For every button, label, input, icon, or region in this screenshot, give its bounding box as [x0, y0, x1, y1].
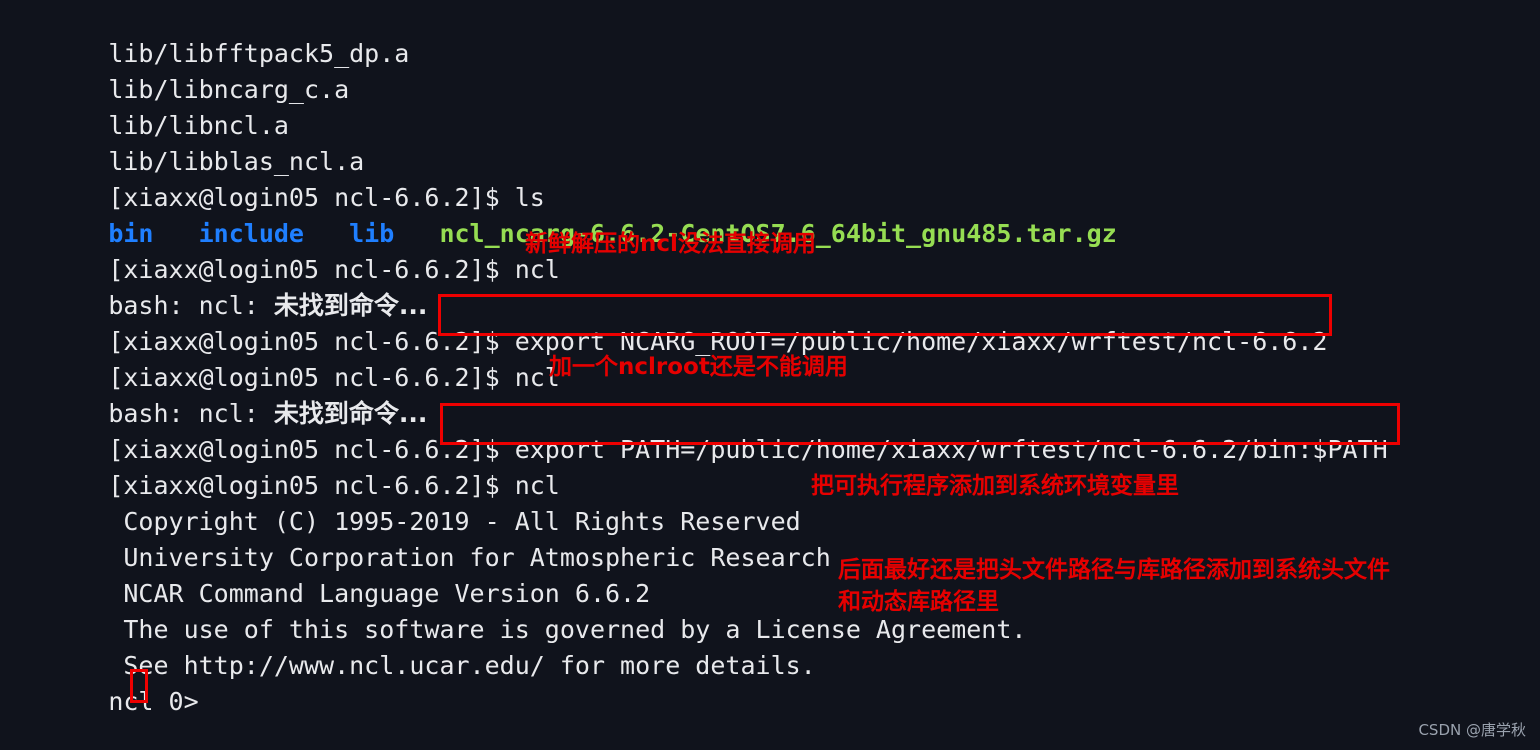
terminal-line-ls-output: bin include lib ncl_ncarg-6.6.2-CentOS7.…	[0, 180, 1540, 248]
terminal-line-export-ncarg-root: [xiaxx@login05 ncl-6.6.2]$ export NCARG_…	[0, 288, 1540, 356]
annotation-add-to-path: 把可执行程序添加到系统环境变量里	[811, 473, 1179, 499]
annotation-add-include-and-lib: 后面最好还是把头文件路径与库路径添加到系统头文件和动态库路径里	[838, 557, 1390, 615]
terminal-line: lib/libncl.a	[0, 72, 1540, 140]
line-text: ncl 0>	[108, 687, 214, 716]
annotation-nclroot-not-enough: 加一个nclroot还是不能调用	[549, 354, 848, 380]
terminal-line: lib/libfftpack5_dp.a	[0, 0, 1540, 68]
terminal-line-ncl-command-3: [xiaxx@login05 ncl-6.6.2]$ ncl	[0, 432, 1540, 500]
annotation-fresh-extract: 新鲜解压的ncl没法直接调用	[525, 231, 816, 257]
csdn-watermark: CSDN @唐学秋	[1418, 721, 1526, 739]
terminal-screen: lib/libfftpack5_dp.a lib/libncarg_c.a li…	[0, 0, 1540, 750]
text-cursor	[130, 669, 148, 703]
banner-copyright: Copyright (C) 1995-2019 - All Rights Res…	[0, 468, 1540, 536]
ncl-interactive-prompt: ncl 0>	[0, 648, 1540, 716]
terminal-line-export-path: [xiaxx@login05 ncl-6.6.2]$ export PATH=/…	[0, 396, 1540, 464]
terminal-line: lib/libblas_ncl.a	[0, 108, 1540, 176]
terminal-line: lib/libncarg_c.a	[0, 36, 1540, 104]
banner-organization: University Corporation for Atmospheric R…	[0, 504, 1540, 572]
terminal-line-ls-command: [xiaxx@login05 ncl-6.6.2]$ ls	[0, 144, 1540, 212]
